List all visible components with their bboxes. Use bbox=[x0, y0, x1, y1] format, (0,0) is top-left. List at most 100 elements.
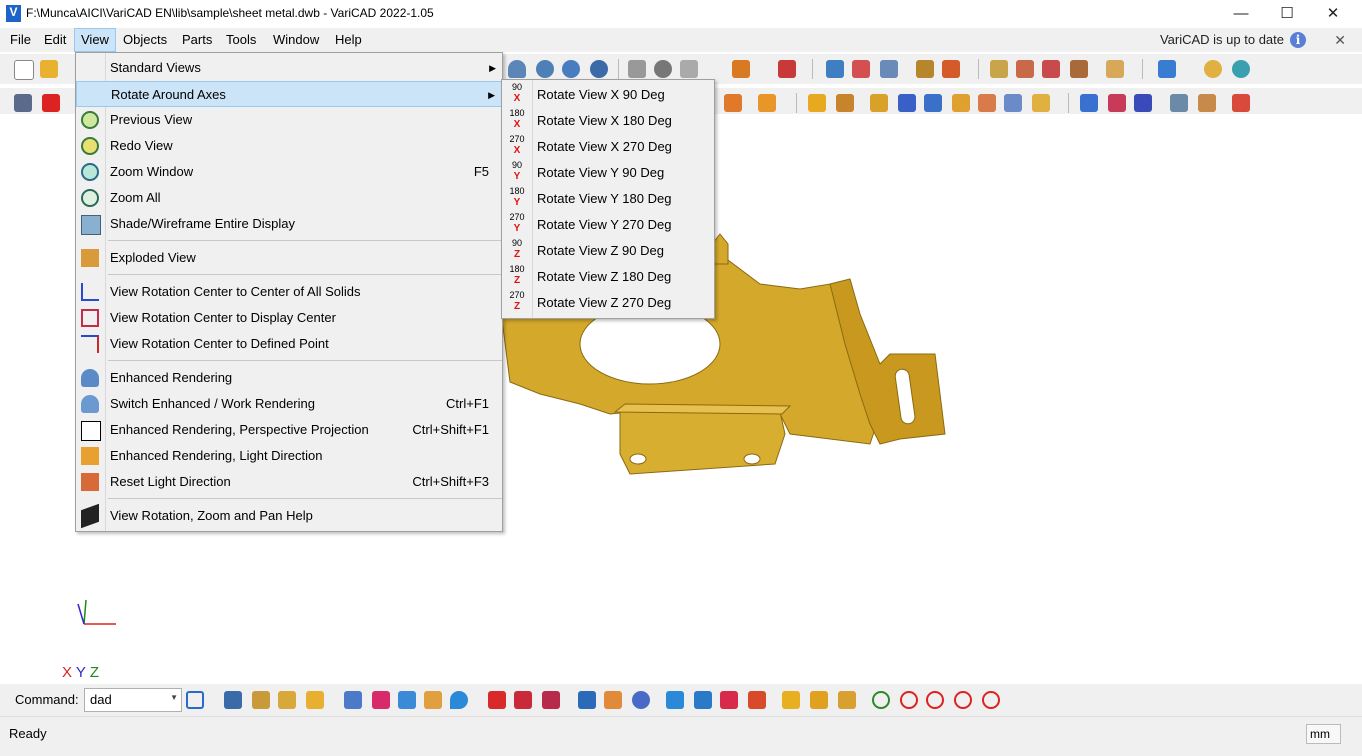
solid-tool-4-icon[interactable] bbox=[952, 94, 970, 112]
zoom-all-toolbar-icon[interactable] bbox=[1232, 60, 1250, 78]
varicad-app-icon[interactable]: V bbox=[6, 5, 21, 22]
menu-item-center-display[interactable]: View Rotation Center to Display Center bbox=[76, 305, 502, 331]
explode-toolbar-icon[interactable] bbox=[1198, 94, 1216, 112]
menu-window[interactable]: Window bbox=[267, 28, 325, 52]
cancel-4-icon[interactable] bbox=[982, 691, 1000, 709]
solid-tool-3-icon[interactable] bbox=[870, 94, 888, 112]
s-query-icon[interactable] bbox=[1016, 60, 1034, 78]
menu-item-exploded-view[interactable]: Exploded View bbox=[76, 245, 502, 271]
solid-tool-1-icon[interactable] bbox=[808, 94, 826, 112]
extrude-icon[interactable] bbox=[732, 60, 750, 78]
cone-icon[interactable] bbox=[508, 60, 526, 78]
rotate-y-180[interactable]: 180 Y Rotate View Y 180 Deg bbox=[502, 186, 714, 212]
layer-swap-icon[interactable] bbox=[748, 691, 766, 709]
overlap-icon[interactable] bbox=[758, 94, 776, 112]
section-icon[interactable] bbox=[978, 94, 996, 112]
structure-icon[interactable] bbox=[344, 691, 362, 709]
menu-tools[interactable]: Tools bbox=[220, 28, 262, 52]
zoom-previous-icon[interactable] bbox=[1204, 60, 1222, 78]
menu-item-enhanced-rendering[interactable]: Enhanced Rendering bbox=[76, 365, 502, 391]
mirror-icon[interactable] bbox=[1004, 94, 1022, 112]
arch-icon[interactable] bbox=[778, 60, 796, 78]
rotate-x-90[interactable]: 90 X Rotate View X 90 Deg bbox=[502, 82, 714, 108]
assembly-icon[interactable] bbox=[372, 691, 390, 709]
line-tool-icon[interactable] bbox=[14, 94, 32, 112]
info-icon[interactable]: i bbox=[1290, 32, 1306, 48]
target-icon[interactable] bbox=[632, 691, 650, 709]
menu-file[interactable]: File bbox=[4, 28, 37, 52]
menu-item-reset-light[interactable]: Reset Light Direction Ctrl+Shift+F3 bbox=[76, 469, 502, 495]
drop-icon[interactable] bbox=[450, 691, 468, 709]
rotate-z-90[interactable]: 90 Z Rotate View Z 90 Deg bbox=[502, 238, 714, 264]
tools-icon[interactable] bbox=[604, 691, 622, 709]
arrow-tool-icon[interactable] bbox=[924, 94, 942, 112]
cancel-3-icon[interactable] bbox=[954, 691, 972, 709]
command-input[interactable]: dad ▼ bbox=[84, 688, 182, 712]
group-3-icon[interactable] bbox=[838, 691, 856, 709]
reset-toolbar-icon[interactable] bbox=[1232, 94, 1250, 112]
bearing-icon[interactable] bbox=[654, 60, 672, 78]
cylinder-solid-icon[interactable] bbox=[252, 691, 270, 709]
layer-up-icon[interactable] bbox=[694, 691, 712, 709]
spring-icon[interactable] bbox=[680, 60, 698, 78]
cube-solid-icon[interactable] bbox=[224, 691, 242, 709]
cancel-1-icon[interactable] bbox=[900, 691, 918, 709]
group-1-icon[interactable] bbox=[782, 691, 800, 709]
menu-item-rotate-around-axes[interactable]: Rotate Around Axes ▶ bbox=[76, 81, 502, 107]
menu-item-switch-rendering[interactable]: Switch Enhanced / Work Rendering Ctrl+F1 bbox=[76, 391, 502, 417]
solid-tool-2-icon[interactable] bbox=[836, 94, 854, 112]
rotate-x-180[interactable]: 180 X Rotate View X 180 Deg bbox=[502, 108, 714, 134]
rotate-x-270[interactable]: 270 X Rotate View X 270 Deg bbox=[502, 134, 714, 160]
close-window-button[interactable]: ✕ bbox=[1310, 0, 1356, 28]
bend-icon[interactable] bbox=[916, 60, 934, 78]
menu-item-rotation-help[interactable]: View Rotation, Zoom and Pan Help bbox=[76, 503, 502, 529]
menu-item-shade-wireframe[interactable]: Shade/Wireframe Entire Display bbox=[76, 211, 502, 237]
axis-tool-icon[interactable] bbox=[898, 94, 916, 112]
center-display-toolbar-icon[interactable] bbox=[1108, 94, 1126, 112]
layer-delete-icon[interactable] bbox=[720, 691, 738, 709]
bolt-icon[interactable] bbox=[628, 60, 646, 78]
menu-objects[interactable]: Objects bbox=[117, 28, 173, 52]
link-icon[interactable] bbox=[398, 691, 416, 709]
j-query-icon[interactable] bbox=[1070, 60, 1088, 78]
v-query-icon[interactable] bbox=[990, 60, 1008, 78]
table-red-3-icon[interactable] bbox=[542, 691, 560, 709]
settings-part-icon[interactable] bbox=[880, 60, 898, 78]
check-icon[interactable] bbox=[872, 691, 890, 709]
new-file-icon[interactable] bbox=[14, 60, 34, 80]
menu-item-previous-view[interactable]: Previous View bbox=[76, 107, 502, 133]
rotate-y-270[interactable]: 270 Y Rotate View Y 270 Deg bbox=[502, 212, 714, 238]
center-solids-toolbar-icon[interactable] bbox=[1080, 94, 1098, 112]
pipe-icon[interactable] bbox=[278, 691, 296, 709]
close-document-icon[interactable]: ✕ bbox=[1334, 28, 1346, 52]
layer-down-icon[interactable] bbox=[666, 691, 684, 709]
sphere-part-icon[interactable] bbox=[562, 60, 580, 78]
monitor-icon[interactable] bbox=[1158, 60, 1176, 78]
menu-item-light-direction[interactable]: Enhanced Rendering, Light Direction bbox=[76, 443, 502, 469]
insert-part-icon[interactable] bbox=[424, 691, 442, 709]
menu-item-redo-view[interactable]: Redo View bbox=[76, 133, 502, 159]
rotate-z-270[interactable]: 270 Z Rotate View Z 270 Deg bbox=[502, 290, 714, 316]
boolean-icon[interactable] bbox=[724, 94, 742, 112]
table-red-2-icon[interactable] bbox=[514, 691, 532, 709]
center-point-toolbar-icon[interactable] bbox=[1134, 94, 1152, 112]
s-query-2-icon[interactable] bbox=[1042, 60, 1060, 78]
menu-item-standard-views[interactable]: Standard Views ▶ bbox=[76, 55, 502, 81]
group-2-icon[interactable] bbox=[810, 691, 828, 709]
menu-item-perspective[interactable]: Enhanced Rendering, Perspective Projecti… bbox=[76, 417, 502, 443]
cancel-2-icon[interactable] bbox=[926, 691, 944, 709]
rotate-z-180[interactable]: 180 Z Rotate View Z 180 Deg bbox=[502, 264, 714, 290]
cylinder-icon[interactable] bbox=[1032, 94, 1050, 112]
delete-icon[interactable] bbox=[42, 94, 60, 112]
move-copy-icon[interactable] bbox=[852, 60, 870, 78]
transform-icon[interactable] bbox=[826, 60, 844, 78]
unbend-icon[interactable] bbox=[942, 60, 960, 78]
eraser-icon[interactable] bbox=[1106, 60, 1124, 78]
minimize-button[interactable]: — bbox=[1218, 0, 1264, 28]
text-a-icon[interactable] bbox=[306, 691, 324, 709]
menu-item-zoom-all[interactable]: Zoom All bbox=[76, 185, 502, 211]
menu-parts[interactable]: Parts bbox=[176, 28, 218, 52]
torus-icon[interactable] bbox=[536, 60, 554, 78]
export-icon[interactable] bbox=[186, 691, 204, 709]
menu-item-center-defined-point[interactable]: View Rotation Center to Defined Point bbox=[76, 331, 502, 357]
